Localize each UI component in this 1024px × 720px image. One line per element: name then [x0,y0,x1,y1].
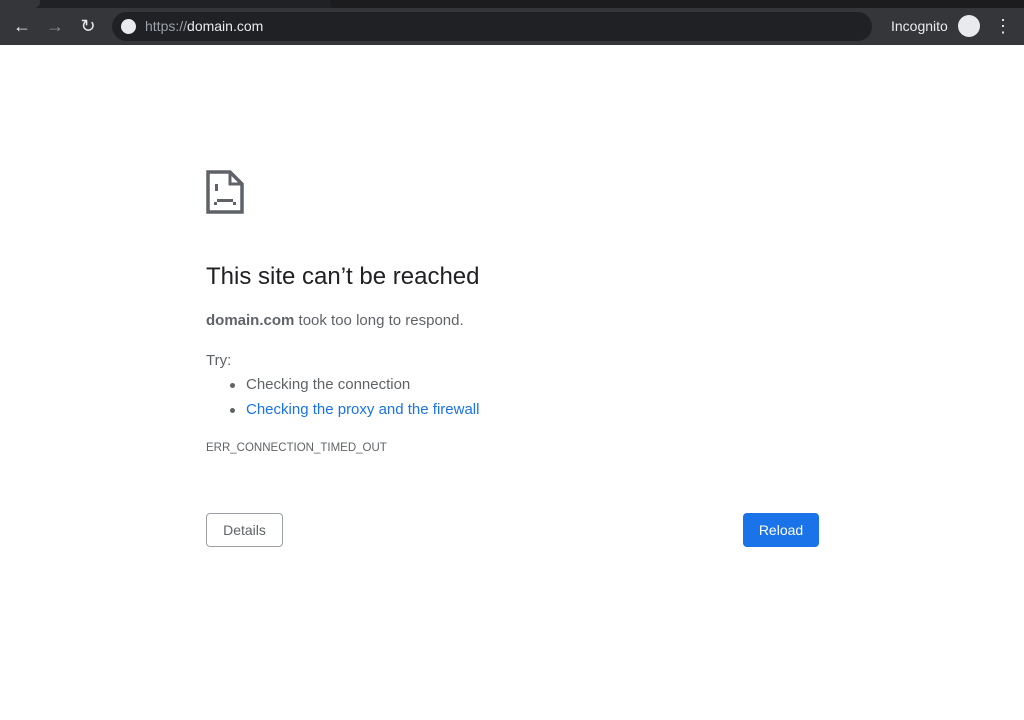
more-vert-icon[interactable]: ⋮ [994,16,1012,38]
suggestions-list: Checking the connection Checking the pro… [229,376,479,426]
address-bar[interactable]: https://domain.com [112,12,872,41]
sad-document-icon [206,170,244,214]
globe-icon [121,19,136,34]
proxy-firewall-link[interactable]: Checking the proxy and the firewall [246,401,479,418]
forward-arrow-icon[interactable]: → [43,14,67,38]
suggestion-item: Checking the connection [229,376,479,401]
reload-icon[interactable]: ↻ [76,14,100,38]
error-description: domain.com took too long to respond. [206,312,464,329]
reload-button[interactable]: Reload [743,513,819,547]
error-host: domain.com [206,312,295,329]
browser-toolbar: ← → ↻ https://domain.com Incognito ⋮ [0,8,1024,45]
incognito-icon[interactable] [958,15,980,37]
incognito-label: Incognito [891,18,948,34]
tab-strip-background [330,0,1024,8]
url-text[interactable]: https://domain.com [145,18,263,34]
tab-strip [0,0,1024,8]
tab[interactable] [0,0,40,8]
try-label: Try: [206,352,232,369]
suggestion-item: Checking the proxy and the firewall [229,401,479,426]
back-arrow-icon[interactable]: ← [10,14,34,38]
details-button[interactable]: Details [206,513,283,547]
error-title: This site can’t be reached [206,263,480,290]
error-code: ERR_CONNECTION_TIMED_OUT [206,442,387,454]
